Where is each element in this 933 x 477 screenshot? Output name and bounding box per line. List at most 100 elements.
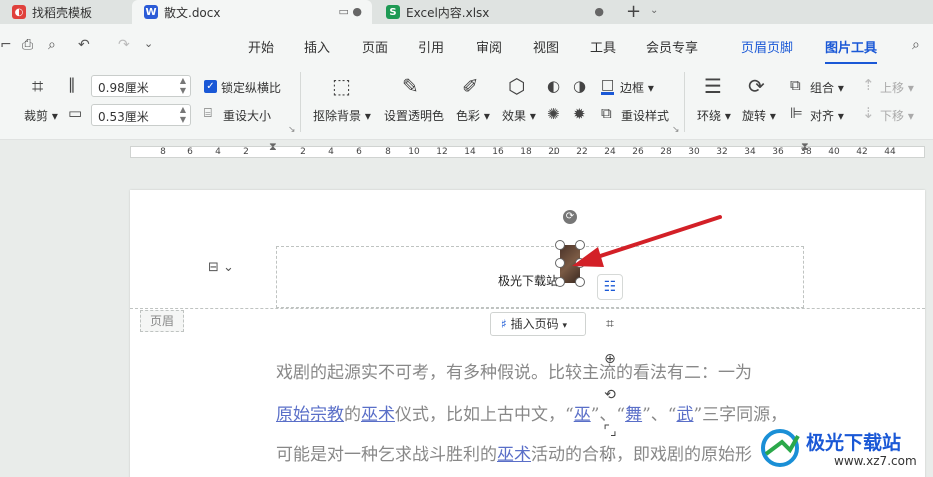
- link-dance[interactable]: 舞: [625, 405, 642, 425]
- header-options-icon[interactable]: ⊟ ⌄: [208, 260, 234, 275]
- tab-excel-xlsx[interactable]: S Excel内容.xlsx ●: [374, 0, 614, 24]
- align-button[interactable]: 对齐 ▾: [810, 107, 844, 124]
- menu-tools[interactable]: 工具: [590, 37, 616, 56]
- wrap-text-icon[interactable]: ☰: [704, 76, 722, 96]
- width-input[interactable]: 0.98厘米 ▲ ▼: [91, 75, 191, 97]
- ruler-number: 30: [688, 147, 700, 157]
- resize-handle[interactable]: [575, 277, 585, 287]
- print-preview-icon[interactable]: ⌕: [48, 37, 56, 53]
- color-button[interactable]: 色彩 ▾: [456, 107, 490, 124]
- new-tab-button[interactable]: +: [626, 1, 641, 22]
- brightness-up-icon[interactable]: ◐: [547, 79, 560, 94]
- remove-background-icon[interactable]: ⬚: [332, 76, 351, 96]
- crop-label: 裁剪: [24, 109, 49, 123]
- link-witchcraft[interactable]: 巫术: [497, 445, 531, 465]
- rotate-icon[interactable]: ⟳: [748, 76, 765, 96]
- reset-style-button[interactable]: 重设样式: [621, 107, 669, 124]
- header-text[interactable]: 极光下载站: [498, 272, 558, 289]
- ruler-number: 6: [356, 147, 362, 157]
- crop-icon[interactable]: ⌗: [32, 76, 43, 96]
- ruler-number: 32: [716, 147, 728, 157]
- color-icon[interactable]: ✐: [462, 76, 479, 96]
- width-value: 0.98厘米: [98, 81, 149, 95]
- picture-tools-ribbon: ⌗ 裁剪 ▾ ‖ 0.98厘米 ▲ ▼ ▭ 0.53厘米 ▲ ▼ ✓ 锁定纵横比 ⌸ 重…: [0, 66, 933, 140]
- link-martial[interactable]: 武: [676, 405, 693, 425]
- menu-review[interactable]: 审阅: [476, 37, 502, 56]
- tab-docer-templates[interactable]: ◐ 找稻壳模板: [0, 0, 130, 24]
- rotate-button[interactable]: 旋转 ▾: [742, 107, 776, 124]
- height-input[interactable]: 0.53厘米 ▲ ▼: [91, 104, 191, 126]
- tab-window-icon[interactable]: ▭ ●: [339, 5, 363, 18]
- link-wu[interactable]: 巫: [574, 405, 591, 425]
- brightness-down-icon[interactable]: ✺: [547, 107, 560, 122]
- chevron-down-icon[interactable]: ⌄: [650, 5, 658, 16]
- dialog-launcher-icon[interactable]: ↘: [672, 126, 680, 135]
- align-icon[interactable]: ⊫: [790, 106, 803, 121]
- wrap-text-icon: ☷: [603, 279, 617, 295]
- horizontal-ruler[interactable]: 8 6 4 2 2 4 6 8 10 12 14 16 18 20 22 24 26 28 30 32 34 36 38 40…: [130, 140, 925, 158]
- paragraph-line-3[interactable]: 可能是对一种乞求战斗胜利的巫术活动的合称，即戏剧的原始形: [276, 440, 752, 465]
- menu-references[interactable]: 引用: [418, 37, 444, 56]
- menu-member[interactable]: 会员专享: [646, 37, 698, 56]
- dialog-launcher-icon[interactable]: ↘: [288, 126, 296, 135]
- ruler-number: 42: [856, 147, 868, 157]
- contrast-down-icon[interactable]: ✹: [573, 107, 586, 122]
- move-down-button[interactable]: 下移 ▾: [880, 107, 914, 124]
- spin-arrows-icon[interactable]: ▲ ▼: [180, 76, 186, 96]
- tab-prose-docx[interactable]: W 散文.docx ▭ ●: [132, 0, 372, 24]
- insert-page-number-button[interactable]: ♯ 插入页码 ▾: [490, 312, 586, 336]
- tab-stop-icon[interactable]: ⊥: [551, 147, 559, 157]
- menu-view[interactable]: 视图: [533, 37, 559, 56]
- watermark-url: www.xz7.com: [834, 454, 917, 468]
- reset-size-icon[interactable]: ⌸: [204, 107, 212, 120]
- paragraph-line-1[interactable]: 戏剧的起源实不可考，有多种假说。比较主流的看法有二：一为: [276, 358, 752, 383]
- link-witchcraft[interactable]: 巫术: [361, 405, 395, 425]
- link-icon[interactable]: ⌐: [0, 37, 12, 53]
- set-transparent-button[interactable]: 设置透明色: [384, 107, 444, 124]
- layout-options-button[interactable]: ☷: [597, 274, 623, 300]
- redo-icon[interactable]: ↷: [118, 37, 130, 53]
- link-primitive-religion[interactable]: 原始宗教: [276, 405, 344, 425]
- border-icon[interactable]: □: [601, 78, 615, 95]
- move-down-icon[interactable]: ⇣: [862, 106, 875, 121]
- ruler-number: 16: [492, 147, 504, 157]
- ruler-number: 14: [464, 147, 476, 157]
- reset-style-icon[interactable]: ⧉: [601, 106, 612, 121]
- paragraph-line-2[interactable]: 原始宗教的巫术仪式，比如上古中文，“巫”、“舞”、“武”三字同源，: [276, 400, 787, 425]
- right-indent-marker-icon[interactable]: ⧗: [801, 140, 809, 154]
- contrast-up-icon[interactable]: ◑: [573, 79, 586, 94]
- text: ”三字同源，: [693, 405, 788, 425]
- menu-header-footer[interactable]: 页眉页脚: [741, 37, 793, 56]
- more-chevron-icon[interactable]: ⌄: [144, 37, 153, 50]
- effect-button[interactable]: 效果 ▾: [502, 107, 536, 124]
- menu-insert[interactable]: 插入: [304, 37, 330, 56]
- effect-icon[interactable]: ⬡: [508, 76, 525, 96]
- search-icon[interactable]: ⌕: [912, 37, 920, 53]
- menu-picture-tools[interactable]: 图片工具: [825, 37, 878, 64]
- crop-button[interactable]: 裁剪 ▾: [24, 107, 58, 124]
- move-up-icon[interactable]: ⇡: [862, 78, 875, 93]
- move-up-button[interactable]: 上移 ▾: [880, 79, 914, 96]
- remove-background-button[interactable]: 抠除背景 ▾: [313, 107, 371, 124]
- ruler-number: 8: [385, 147, 391, 157]
- undo-icon[interactable]: ↶: [78, 37, 90, 53]
- lock-ratio-checkbox[interactable]: ✓: [204, 80, 217, 93]
- color-label: 色彩: [456, 109, 481, 123]
- group-icon[interactable]: ⧉: [790, 78, 801, 93]
- spin-arrows-icon[interactable]: ▲ ▼: [180, 105, 186, 125]
- indent-marker-icon[interactable]: ⧗: [269, 140, 277, 154]
- menu-page[interactable]: 页面: [362, 37, 388, 56]
- divider: [684, 72, 685, 132]
- crop-float-button[interactable]: ⌗: [597, 311, 623, 337]
- watermark-title: 极光下载站: [806, 432, 902, 454]
- menu-home[interactable]: 开始: [248, 37, 274, 56]
- wrap-button[interactable]: 环绕 ▾: [697, 107, 731, 124]
- group-button[interactable]: 组合 ▾: [810, 79, 844, 96]
- print-icon[interactable]: ⎙: [22, 37, 33, 53]
- border-button[interactable]: 边框 ▾: [620, 79, 654, 96]
- reset-size-button[interactable]: 重设大小: [223, 107, 271, 124]
- transparent-color-icon[interactable]: ✎: [402, 76, 419, 96]
- divider: [300, 72, 301, 132]
- width-icon: ‖: [68, 75, 76, 93]
- resize-handle[interactable]: [555, 277, 565, 287]
